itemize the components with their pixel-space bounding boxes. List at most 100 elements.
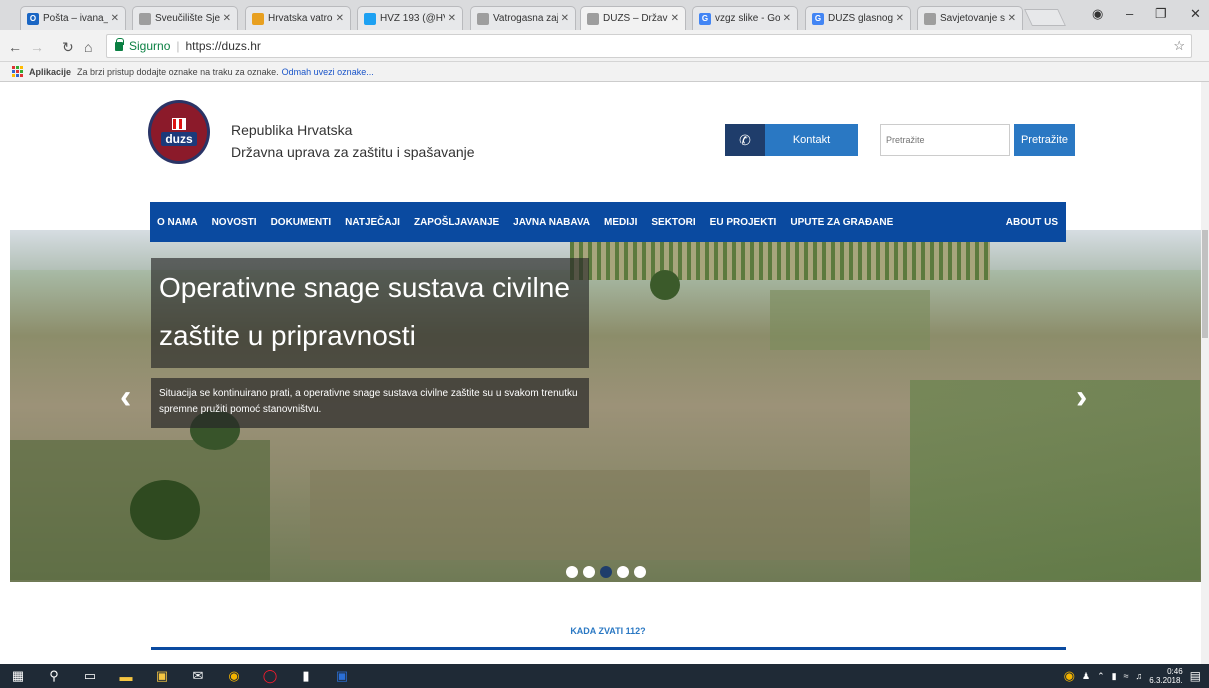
reload-icon[interactable]: ↻ bbox=[62, 39, 74, 56]
tab-close-icon[interactable]: ✕ bbox=[111, 13, 119, 24]
slide-title: Operativne snage sustava civilne zaštite… bbox=[151, 258, 589, 368]
file-explorer-icon[interactable]: ▬ bbox=[108, 664, 144, 688]
nav-item-about-us[interactable]: ABOUT US bbox=[999, 217, 1066, 228]
wifi-icon[interactable]: ≈ bbox=[1124, 671, 1129, 681]
document-icon[interactable]: ▮ bbox=[288, 664, 324, 688]
bookmark-star-icon[interactable]: ☆ bbox=[1173, 38, 1185, 54]
apps-icon[interactable] bbox=[12, 66, 23, 77]
mail-icon[interactable]: ✉ bbox=[180, 664, 216, 688]
bookmarks-hint: Za brzi pristup dodajte oznake na traku … bbox=[77, 66, 279, 77]
bookmarks-bar: Aplikacije Za brzi pristup dodajte oznak… bbox=[0, 62, 1209, 82]
minimize-button[interactable]: – bbox=[1126, 6, 1133, 21]
forward-icon[interactable]: → bbox=[30, 39, 44, 55]
search-icon[interactable]: ⚲ bbox=[36, 664, 72, 688]
org-line2: Državna uprava za zaštitu i spašavanje bbox=[231, 144, 475, 160]
tab-close-icon[interactable]: ✕ bbox=[561, 13, 569, 24]
profile-icon[interactable]: ◉ bbox=[1092, 6, 1103, 22]
system-tray: ◉ ♟ ⌃ ▮ ≈ ♫ 0:46 6.3.2018. ▤ bbox=[1064, 664, 1209, 688]
tab-strip: O Pošta – ivana_c ✕ Sveučilište Sjev ✕ Hrvats… bbox=[0, 0, 1209, 30]
people-icon[interactable]: ♟ bbox=[1082, 671, 1090, 682]
tab-favicon-icon: O bbox=[27, 12, 39, 25]
clock-time: 0:46 bbox=[1167, 667, 1183, 676]
tab-favicon-icon bbox=[477, 12, 489, 25]
store-icon[interactable]: ▣ bbox=[144, 664, 180, 688]
tab-close-icon[interactable]: ✕ bbox=[336, 13, 344, 24]
close-window-button[interactable]: ✕ bbox=[1190, 6, 1201, 22]
new-tab-button[interactable] bbox=[1024, 9, 1066, 26]
tab-favicon-icon bbox=[364, 12, 376, 25]
browser-tab[interactable]: Savjetovanje sa ✕ bbox=[917, 6, 1023, 30]
tab-title: Sveučilište Sjev bbox=[155, 13, 220, 24]
browser-tab[interactable]: Hrvatska vatrog ✕ bbox=[245, 6, 351, 30]
scrollbar-thumb[interactable] bbox=[1202, 230, 1208, 338]
slide-dot[interactable] bbox=[617, 566, 629, 578]
browser-tab[interactable]: Gvzgz slike - Goo ✕ bbox=[692, 6, 798, 30]
browser-tab[interactable]: G DUZS glasnogo ✕ bbox=[805, 6, 911, 30]
import-bookmarks-link[interactable]: Odmah uvezi oznake... bbox=[282, 67, 374, 77]
nav-item[interactable]: MEDIJI bbox=[597, 217, 644, 228]
nav-item[interactable]: O NAMA bbox=[150, 217, 205, 228]
main-nav: O NAMA NOVOSTI DOKUMENTI NATJEČAJI ZAPOŠLJAV… bbox=[150, 202, 1066, 242]
slide-dot[interactable] bbox=[600, 566, 612, 578]
secure-label: Sigurno bbox=[129, 39, 171, 53]
browser-toolbar: ← → ↻ ⌂ Sigurno | https://duzs.hr ☆ bbox=[0, 30, 1209, 62]
tab-title: vzgz slike - Goo bbox=[715, 13, 780, 24]
prev-slide-icon[interactable]: ‹ bbox=[120, 378, 131, 417]
contact-label: Kontakt bbox=[765, 124, 858, 156]
tab-close-icon[interactable]: ✕ bbox=[1008, 13, 1016, 24]
tab-close-icon[interactable]: ✕ bbox=[896, 13, 904, 24]
duzs-logo[interactable]: duzs bbox=[148, 100, 210, 164]
apps-label[interactable]: Aplikacije bbox=[29, 67, 71, 77]
nav-item[interactable]: EU PROJEKTI bbox=[703, 217, 784, 228]
nav-item[interactable]: JAVNA NABAVA bbox=[506, 217, 597, 228]
contact-button[interactable]: ✆ Kontakt bbox=[725, 124, 858, 156]
windows-taskbar: ▦ ⚲ ▭ ▬ ▣ ✉ ◉ ◯ ▮ ▣ ◉ ♟ ⌃ ▮ ≈ ♫ 0:46 6.3… bbox=[0, 664, 1209, 688]
slide-dot[interactable] bbox=[634, 566, 646, 578]
tab-title: Hrvatska vatrog bbox=[268, 13, 333, 24]
tab-close-icon[interactable]: ✕ bbox=[783, 13, 791, 24]
browser-tab[interactable]: Vatrogasna zaje ✕ bbox=[470, 6, 576, 30]
nav-item[interactable]: SEKTORI bbox=[644, 217, 702, 228]
next-slide-icon[interactable]: › bbox=[1076, 378, 1087, 417]
tab-title: Savjetovanje sa bbox=[940, 13, 1005, 24]
home-icon[interactable]: ⌂ bbox=[84, 39, 92, 55]
browser-tab[interactable]: HVZ 193 (@HV ✕ bbox=[357, 6, 463, 30]
nav-item[interactable]: NATJEČAJI bbox=[338, 217, 407, 228]
page-scrollbar[interactable] bbox=[1201, 82, 1209, 664]
nav-item[interactable]: UPUTE ZA GRAĐANE bbox=[783, 217, 900, 228]
word-icon[interactable]: ▣ bbox=[324, 664, 360, 688]
slide-dot[interactable] bbox=[566, 566, 578, 578]
task-view-icon[interactable]: ▭ bbox=[72, 664, 108, 688]
search-button[interactable]: Pretražite bbox=[1014, 124, 1075, 156]
address-bar[interactable]: Sigurno | https://duzs.hr ☆ bbox=[106, 34, 1192, 58]
battery-icon[interactable]: ▮ bbox=[1112, 671, 1117, 682]
browser-tab[interactable]: O Pošta – ivana_c ✕ bbox=[20, 6, 126, 30]
search-input[interactable] bbox=[880, 124, 1010, 156]
tab-close-icon[interactable]: ✕ bbox=[671, 13, 679, 24]
volume-icon[interactable]: ♫ bbox=[1136, 671, 1143, 681]
browser-tab[interactable]: DUZS – Državn ✕ bbox=[580, 6, 686, 30]
phone-icon: ✆ bbox=[725, 124, 765, 156]
nav-item[interactable]: ZAPOŠLJAVANJE bbox=[407, 217, 506, 228]
logo-text: duzs bbox=[161, 132, 197, 146]
notifications-icon[interactable]: ▤ bbox=[1190, 669, 1201, 683]
chrome-icon[interactable]: ◉ bbox=[216, 664, 252, 688]
lock-icon bbox=[115, 37, 124, 51]
tab-title: DUZS – Državn bbox=[603, 13, 668, 24]
tab-close-icon[interactable]: ✕ bbox=[448, 13, 456, 24]
opera-icon[interactable]: ◯ bbox=[252, 664, 288, 688]
tab-favicon-icon bbox=[139, 12, 151, 25]
tab-title: DUZS glasnogo bbox=[828, 13, 893, 24]
windows-start-icon[interactable]: ▦ bbox=[0, 664, 36, 688]
maximize-button[interactable]: ❐ bbox=[1155, 6, 1167, 22]
chevron-up-icon[interactable]: ⌃ bbox=[1097, 671, 1105, 682]
back-icon[interactable]: ← bbox=[8, 39, 22, 55]
help-icon[interactable]: ◉ bbox=[1064, 668, 1075, 684]
section-title[interactable]: KADA ZVATI 112? bbox=[0, 626, 1209, 636]
browser-tab[interactable]: Sveučilište Sjev ✕ bbox=[132, 6, 238, 30]
tab-close-icon[interactable]: ✕ bbox=[223, 13, 231, 24]
nav-item[interactable]: NOVOSTI bbox=[205, 217, 264, 228]
clock[interactable]: 0:46 6.3.2018. bbox=[1149, 667, 1182, 685]
slide-dot[interactable] bbox=[583, 566, 595, 578]
nav-item[interactable]: DOKUMENTI bbox=[264, 217, 339, 228]
